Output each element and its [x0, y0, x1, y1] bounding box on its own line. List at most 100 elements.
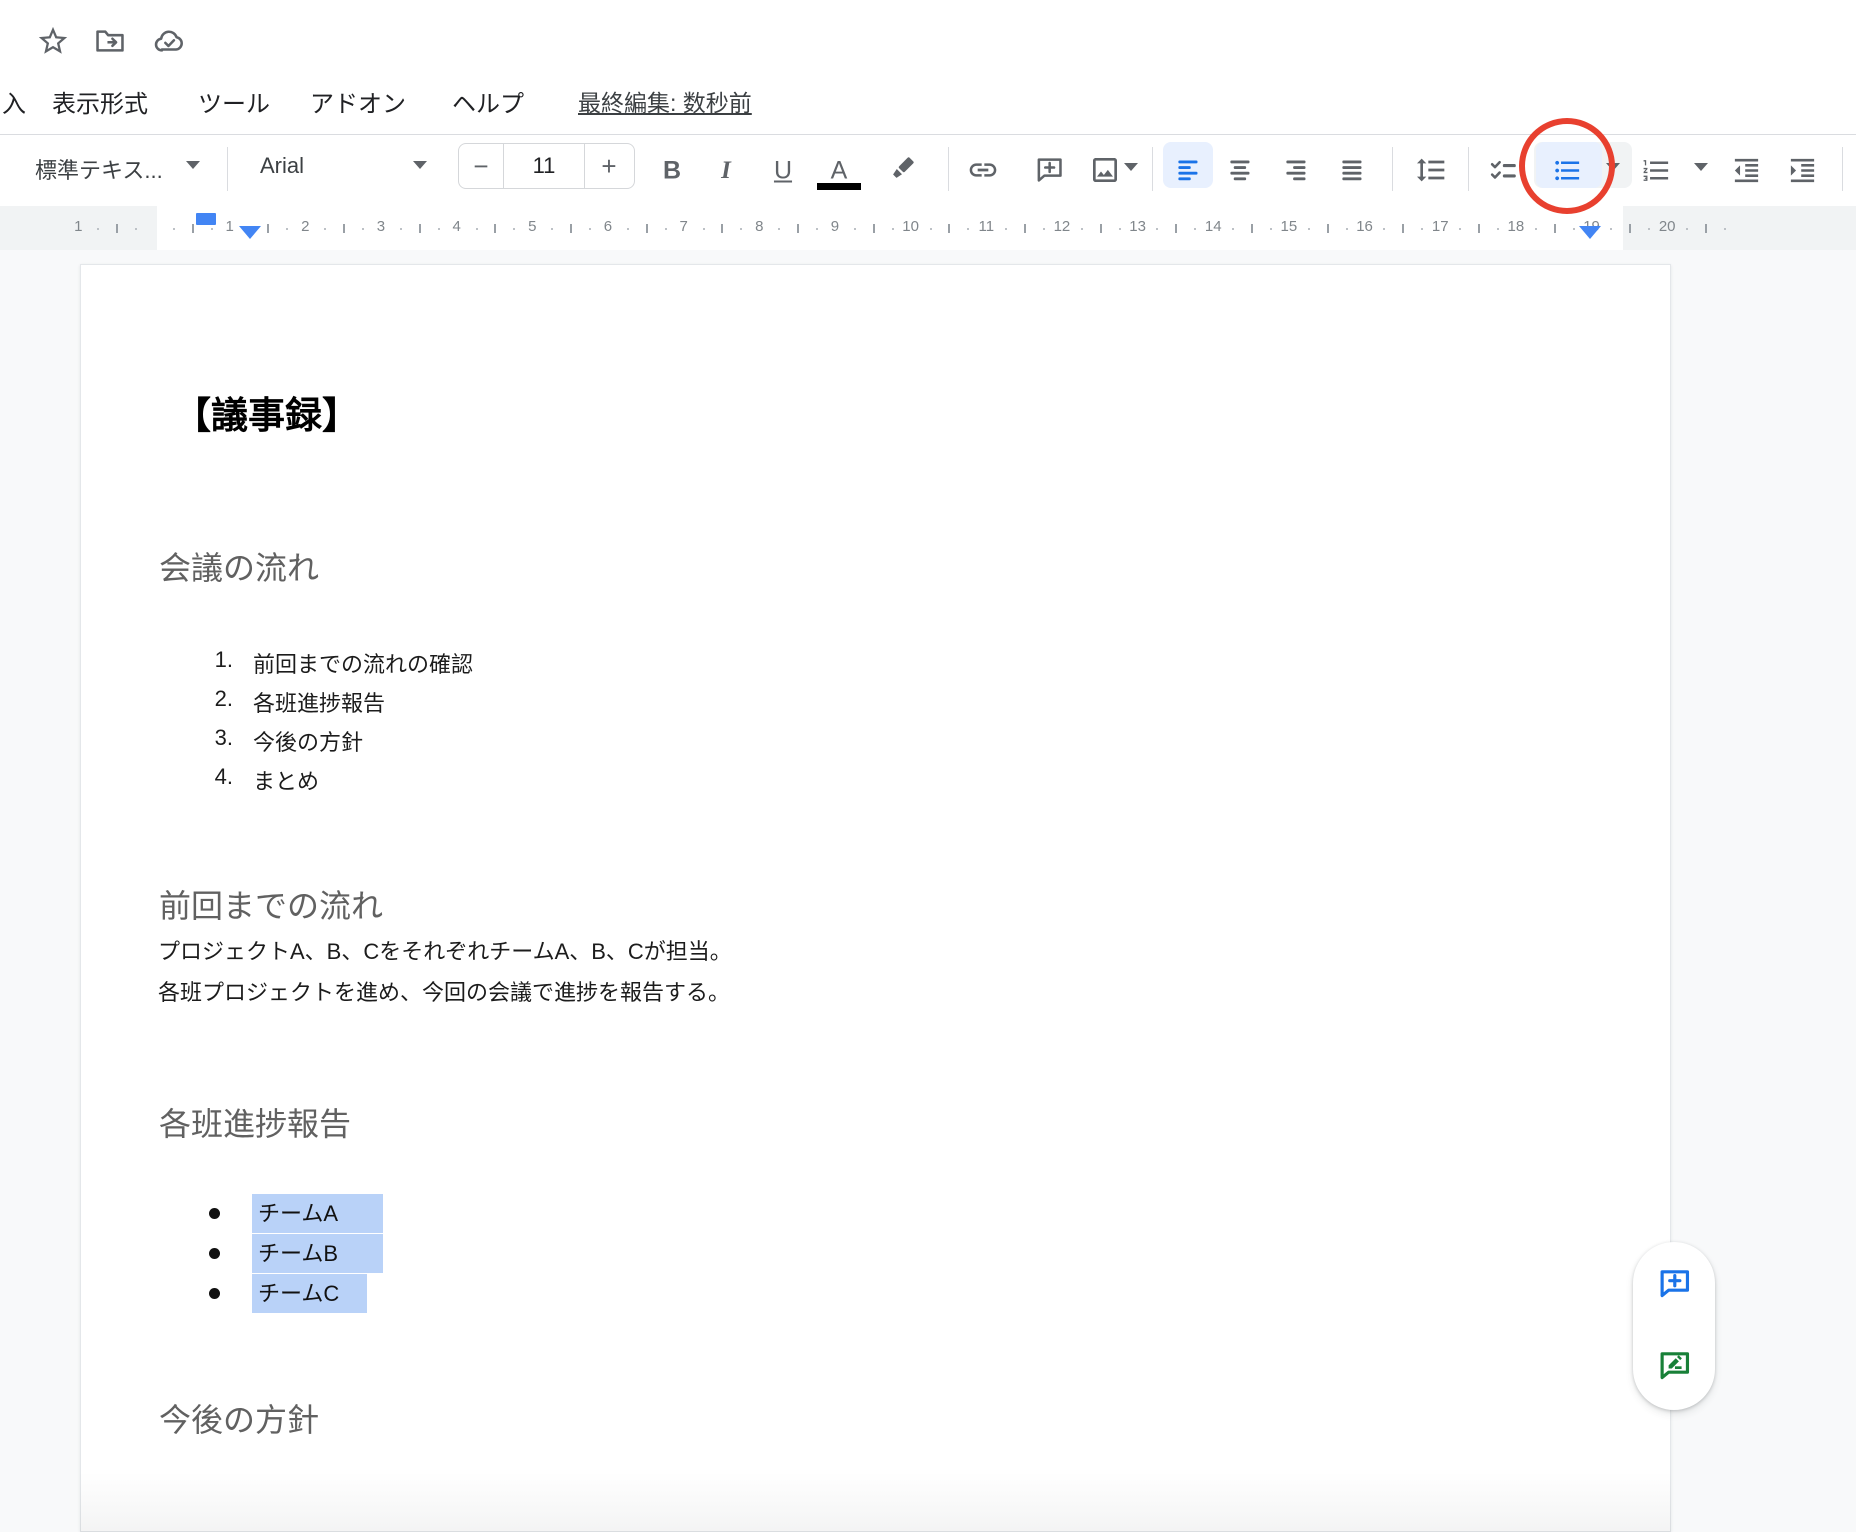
ruler-tick: [703, 228, 705, 230]
bulleted-list-button[interactable]: [1552, 155, 1583, 191]
numbered-list-button[interactable]: [1641, 155, 1672, 191]
decrease-indent-icon[interactable]: [1731, 155, 1762, 191]
menu-item[interactable]: アドオン: [310, 84, 406, 119]
font-size-decrease-button[interactable]: −: [459, 144, 504, 188]
menu-bar: 入表示形式 ツール アドオン ヘルプ: [0, 84, 1856, 120]
insert-link-icon[interactable]: [967, 154, 999, 191]
header-bar: 入表示形式 ツール アドオン ヘルプ 最終編集: 数秒前: [0, 0, 1856, 134]
underline-button[interactable]: U: [774, 156, 792, 185]
cloud-saved-icon[interactable]: [150, 24, 188, 63]
move-folder-icon[interactable]: [92, 24, 128, 63]
agenda-numbered-list: 1. 前回までの流れの確認 2. 各班進捗報告 3. 今後の方針 4. まとめ: [81, 647, 1670, 803]
ruler-tick: [1156, 228, 1158, 230]
ruler-tick: [1554, 224, 1556, 233]
ruler-tick: [173, 228, 175, 230]
ruler-number: 11: [978, 218, 994, 235]
chevron-down-icon[interactable]: [1694, 163, 1708, 171]
bulleted-list-item: チームB: [81, 1234, 1670, 1274]
ruler-tick: [135, 228, 137, 230]
menu-item[interactable]: ヘルプ: [452, 84, 524, 119]
selected-text: チームC: [252, 1274, 367, 1313]
list-text: 前回までの流れの確認: [253, 647, 473, 679]
ruler-tick: [627, 228, 629, 230]
align-center-icon[interactable]: [1227, 156, 1254, 188]
add-comment-icon[interactable]: [1033, 154, 1065, 191]
chevron-down-icon[interactable]: [186, 161, 200, 169]
document-page[interactable]: 【議事録】 会議の流れ 1. 前回までの流れの確認 2. 各班進捗報告 3. 今…: [80, 264, 1671, 1532]
ruler-number: 7: [679, 218, 687, 235]
toolbar-divider: [948, 147, 949, 191]
font-size-value[interactable]: 11: [504, 144, 585, 188]
line-spacing-icon[interactable]: [1415, 154, 1447, 191]
ruler-tick: [778, 228, 780, 230]
ruler-number: 10: [902, 218, 919, 235]
ruler-tick: [1459, 228, 1461, 230]
align-left-icon[interactable]: [1175, 156, 1202, 188]
star-icon[interactable]: [36, 24, 70, 63]
font-size-increase-button[interactable]: +: [585, 144, 633, 188]
ruler-number: 6: [604, 218, 612, 235]
numbered-list-item: 4. まとめ: [81, 764, 1670, 803]
ruler: 11234567891011121314151617181920: [0, 206, 1856, 250]
ruler-tick: [892, 228, 894, 230]
ruler-number: 2: [301, 218, 309, 235]
chevron-down-icon[interactable]: [1606, 163, 1620, 171]
ruler-tick: [570, 224, 572, 233]
last-edit-link[interactable]: 最終編集: 数秒前: [578, 84, 752, 118]
ruler-number: 16: [1356, 218, 1373, 235]
highlight-color-button[interactable]: [885, 152, 919, 191]
toolbar-divider: [227, 147, 228, 191]
ruler-tick: [211, 228, 213, 230]
chevron-down-icon[interactable]: [413, 161, 427, 169]
teams-bulleted-list: チームA チームB チームC: [81, 1194, 1670, 1314]
paragraph-line: 各班プロジェクトを進め、今回の会議で進捗を報告する。: [158, 972, 732, 1013]
font-dropdown[interactable]: Arial: [260, 153, 304, 179]
bold-button[interactable]: B: [663, 156, 681, 185]
ruler-tick: [721, 224, 723, 233]
checklist-icon[interactable]: [1488, 155, 1519, 191]
suggest-edits-button[interactable]: [1654, 1346, 1694, 1386]
menu-item[interactable]: 表示形式: [52, 84, 148, 119]
ruler-tick: [930, 228, 932, 230]
menu-item[interactable]: ツール: [198, 84, 270, 119]
numbered-list-item: 2. 各班進捗報告: [81, 686, 1670, 725]
numbered-list-item: 3. 今後の方針: [81, 725, 1670, 764]
toolbar-divider: [1842, 147, 1843, 191]
paragraph-style-dropdown[interactable]: 標準テキス...: [35, 153, 163, 185]
right-indent-marker[interactable]: [1579, 226, 1601, 239]
ruler-number: 18: [1508, 218, 1525, 235]
ruler-tick: [854, 228, 856, 230]
format-toolbar: 標準テキス... Arial − 11 + B I U A: [0, 134, 1856, 206]
ruler-number: 8: [755, 218, 763, 235]
ruler-tick: [192, 224, 194, 233]
ruler-number: 17: [1432, 218, 1449, 235]
ruler-tick: [362, 228, 364, 230]
italic-button[interactable]: I: [721, 157, 731, 185]
insert-image-icon[interactable]: [1089, 154, 1121, 191]
add-comment-button[interactable]: [1654, 1264, 1694, 1304]
first-line-indent-marker[interactable]: [196, 213, 216, 225]
ruler-number: 14: [1205, 218, 1222, 235]
text-color-swatch: [817, 183, 861, 190]
chevron-down-icon[interactable]: [1124, 163, 1138, 171]
section-heading: 前回までの流れ: [159, 881, 383, 927]
ruler-number: 15: [1281, 218, 1298, 235]
toolbar-divider: [1468, 147, 1469, 191]
document-title: 【議事録】: [174, 385, 359, 439]
font-size-control: − 11 +: [458, 143, 635, 189]
selected-text: チームA: [252, 1194, 383, 1233]
ruler-tick: [1100, 224, 1102, 233]
list-number: 1.: [201, 647, 233, 673]
increase-indent-icon[interactable]: [1787, 155, 1818, 191]
align-right-icon[interactable]: [1283, 156, 1310, 188]
ruler-tick: [1648, 228, 1650, 230]
document-canvas: 【議事録】 会議の流れ 1. 前回までの流れの確認 2. 各班進捗報告 3. 今…: [0, 250, 1856, 1532]
ruler-tick: [343, 224, 345, 233]
ruler-tick: [551, 228, 553, 230]
left-indent-marker[interactable]: [239, 226, 261, 239]
ruler-tick: [1024, 224, 1026, 233]
menu-item[interactable]: 入: [2, 84, 26, 119]
text-color-button[interactable]: A: [831, 156, 848, 185]
align-justify-icon[interactable]: [1339, 156, 1366, 188]
ruler-tick: [438, 228, 440, 230]
